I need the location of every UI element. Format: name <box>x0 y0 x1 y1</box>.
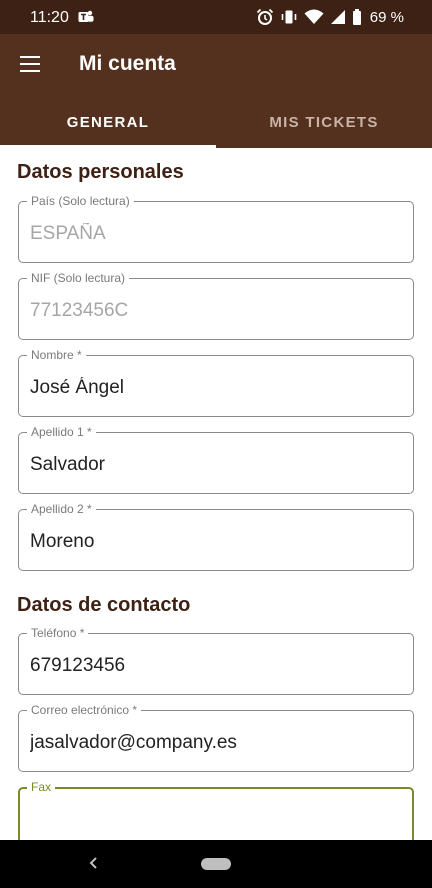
telefono-label: Teléfono * <box>27 626 89 640</box>
correo-label: Correo electrónico * <box>27 703 142 717</box>
tab-mis-tickets-label: MIS TICKETS <box>269 114 379 131</box>
menu-icon[interactable] <box>18 54 42 74</box>
fax-input[interactable] <box>31 808 401 834</box>
nif-input <box>30 298 400 324</box>
telefono-input[interactable] <box>30 653 400 679</box>
apellido1-label: Apellido 1 * <box>27 425 96 439</box>
nif-label: NIF (Solo lectura) <box>27 271 130 285</box>
telefono-field[interactable]: Teléfono * <box>18 626 414 695</box>
apellido1-input[interactable] <box>30 452 400 478</box>
tab-general[interactable]: GENERAL <box>0 114 216 148</box>
apellido1-field[interactable]: Apellido 1 * <box>18 425 414 494</box>
pais-input <box>30 221 400 247</box>
battery-percentage: 69 % <box>369 8 404 26</box>
signal-icon <box>330 8 346 26</box>
section-title-contact: Datos de contacto <box>17 594 191 616</box>
correo-input[interactable] <box>30 730 400 756</box>
vibrate-icon <box>280 8 298 26</box>
back-icon[interactable] <box>84 852 104 874</box>
fax-field[interactable]: Fax <box>18 780 414 840</box>
apellido2-field[interactable]: Apellido 2 * <box>18 502 414 571</box>
nombre-input[interactable] <box>30 375 400 401</box>
section-title-personal: Datos personales <box>17 161 184 183</box>
pais-label: País (Solo lectura) <box>27 194 134 208</box>
apellido2-label: Apellido 2 * <box>27 502 96 516</box>
nif-field: NIF (Solo lectura) <box>18 271 414 340</box>
account-form: Datos personales País (Solo lectura) NIF… <box>0 148 432 840</box>
battery-icon <box>352 8 362 26</box>
tab-general-label: GENERAL <box>66 114 150 131</box>
status-time: 11:20 <box>30 9 69 26</box>
navigation-bar <box>0 840 432 888</box>
correo-field[interactable]: Correo electrónico * <box>18 703 414 772</box>
apellido2-input[interactable] <box>30 529 400 555</box>
alarm-icon <box>256 8 274 26</box>
app-bar: Mi cuenta GENERAL MIS TICKETS <box>0 34 432 148</box>
fax-label: Fax <box>27 780 56 794</box>
pais-field: País (Solo lectura) <box>18 194 414 263</box>
status-icons: 69 % <box>256 7 404 27</box>
page-title: Mi cuenta <box>79 52 176 75</box>
home-pill[interactable] <box>201 858 231 870</box>
status-bar: 11:20 69 % <box>0 0 432 34</box>
nombre-field[interactable]: Nombre * <box>18 348 414 417</box>
tab-mis-tickets[interactable]: MIS TICKETS <box>216 114 432 148</box>
teams-icon <box>78 9 94 25</box>
nombre-label: Nombre * <box>27 348 86 362</box>
wifi-icon <box>304 8 324 26</box>
